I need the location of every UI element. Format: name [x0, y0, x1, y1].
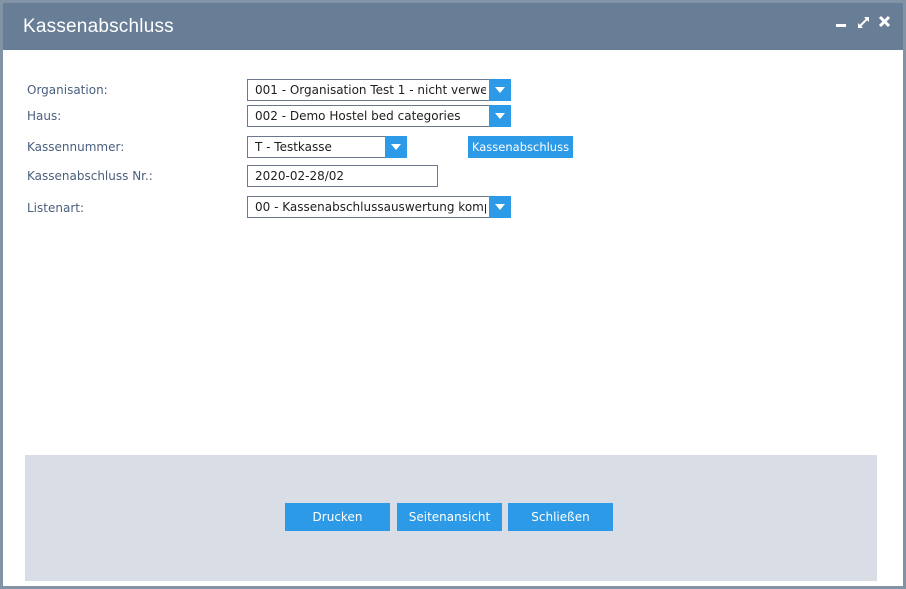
- print-button[interactable]: Drucken: [285, 503, 390, 531]
- listenart-value: 00 - Kassenabschlussauswertung komplett: [255, 200, 486, 214]
- preview-button[interactable]: Seitenansicht: [397, 503, 502, 531]
- kassennummer-value: T - Testkasse: [255, 140, 332, 154]
- kassenabschluss-nr-field[interactable]: [247, 165, 438, 187]
- dialog-window: Kassenabschluss Organisation: 001 - Orga…: [0, 0, 906, 589]
- chevron-down-icon[interactable]: [489, 196, 511, 218]
- kassennummer-label: Kassennummer:: [27, 140, 125, 154]
- organisation-select[interactable]: 001 - Organisation Test 1 - nicht verwen…: [247, 79, 511, 101]
- kassenabschluss-button[interactable]: Kassenabschluss: [468, 136, 573, 158]
- window-title: Kassenabschluss: [23, 16, 174, 37]
- chevron-down-icon[interactable]: [489, 105, 511, 127]
- listenart-label: Listenart:: [27, 201, 84, 215]
- haus-value: 002 - Demo Hostel bed categories: [255, 109, 461, 123]
- organisation-label: Organisation:: [27, 83, 108, 97]
- minimize-icon[interactable]: [835, 15, 849, 29]
- close-icon[interactable]: [878, 15, 892, 29]
- haus-select[interactable]: 002 - Demo Hostel bed categories: [247, 105, 511, 127]
- organisation-value: 001 - Organisation Test 1 - nicht verwen…: [255, 83, 486, 97]
- close-button[interactable]: Schließen: [508, 503, 613, 531]
- chevron-down-icon[interactable]: [489, 79, 511, 101]
- kassennummer-select[interactable]: T - Testkasse: [247, 136, 407, 158]
- footer-panel: Drucken Seitenansicht Schließen: [25, 455, 877, 581]
- title-bar[interactable]: Kassenabschluss: [3, 3, 903, 50]
- listenart-select[interactable]: 00 - Kassenabschlussauswertung komplett: [247, 196, 511, 218]
- kassenabschluss-nr-label: Kassenabschluss Nr.:: [27, 169, 153, 183]
- chevron-down-icon[interactable]: [385, 136, 407, 158]
- haus-label: Haus:: [27, 109, 62, 123]
- maximize-icon[interactable]: [857, 15, 871, 29]
